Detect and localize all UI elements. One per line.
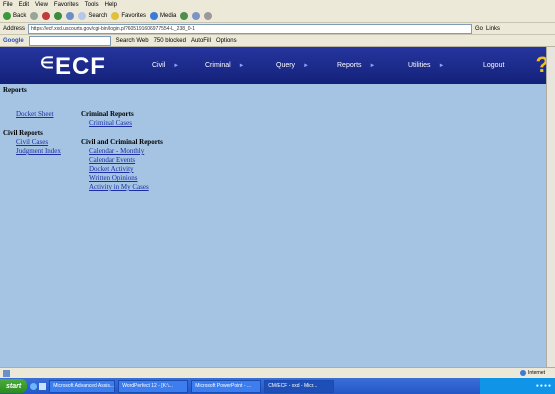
- options-button[interactable]: Options: [216, 38, 237, 44]
- vertical-scrollbar[interactable]: [546, 47, 555, 367]
- menu-item-edit[interactable]: Edit: [19, 2, 29, 8]
- stop-button[interactable]: [42, 12, 51, 20]
- taskbar-item-active[interactable]: CM/ECF - xxd - Micr...: [264, 379, 335, 393]
- search-icon: [78, 12, 87, 20]
- media-icon: [150, 12, 159, 20]
- go-button[interactable]: Go: [475, 26, 483, 32]
- menu-bar: File Edit View Favorites Tools Help: [0, 0, 555, 10]
- google-search-input[interactable]: [28, 35, 111, 46]
- nav-dropdown-icon: ►: [303, 63, 310, 69]
- windows-taskbar: start Microsoft Advanced Assis... WordPe…: [0, 378, 555, 394]
- home-button[interactable]: [66, 12, 75, 20]
- back-arrow-icon: [3, 12, 11, 20]
- ie-icon[interactable]: [30, 382, 38, 390]
- menu-item-help[interactable]: Help: [105, 2, 117, 8]
- history-button[interactable]: [180, 12, 189, 20]
- ecf-seal-icon: ∈: [40, 55, 55, 72]
- favorites-button[interactable]: Favorites: [111, 12, 146, 20]
- nav-dropdown-icon: ►: [438, 63, 445, 69]
- tray-icons: ●●●●: [535, 383, 552, 389]
- nav-logout[interactable]: Logout: [483, 62, 504, 69]
- civil-cases-link[interactable]: Civil Cases: [16, 138, 48, 146]
- google-logo: Google: [3, 37, 24, 44]
- popup-blocker-button[interactable]: 750 blocked: [154, 38, 186, 44]
- written-opinions-link[interactable]: Written Opinions: [89, 174, 138, 182]
- forward-arrow-icon: [30, 12, 39, 20]
- page-icon: [3, 370, 10, 377]
- docket-sheet-link[interactable]: Docket Sheet: [16, 110, 54, 118]
- nav-criminal[interactable]: Criminal ►: [205, 62, 245, 69]
- globe-icon: [520, 370, 527, 376]
- docket-activity-link[interactable]: Docket Activity: [89, 165, 134, 173]
- system-tray: ●●●●: [480, 378, 555, 394]
- links-button[interactable]: Links: [486, 26, 500, 32]
- nav-dropdown-icon: ►: [173, 63, 180, 69]
- media-button[interactable]: Media: [150, 12, 176, 20]
- judgment-index-link[interactable]: Judgment Index: [16, 147, 61, 155]
- security-zone: Internet: [520, 370, 545, 376]
- menu-item-favorites[interactable]: Favorites: [54, 2, 79, 8]
- star-icon: [111, 12, 120, 20]
- page-title: Reports: [3, 86, 27, 94]
- calendar-events-link[interactable]: Calendar Events: [89, 156, 135, 164]
- civil-reports-heading: Civil Reports: [3, 129, 43, 137]
- reports-page: Reports Docket Sheet Criminal Reports Cr…: [0, 84, 555, 367]
- mail-button[interactable]: [192, 12, 201, 20]
- address-bar: Address https://ecf.xxd.uscourts.gov/cgi…: [0, 23, 555, 35]
- refresh-icon: [54, 12, 63, 20]
- mail-icon: [192, 12, 201, 20]
- desktop-icon[interactable]: [39, 382, 47, 390]
- print-button[interactable]: [204, 12, 213, 20]
- print-icon: [204, 12, 213, 20]
- search-button[interactable]: Search: [78, 12, 107, 20]
- nav-dropdown-icon: ►: [238, 63, 245, 69]
- quick-launch: [30, 382, 47, 390]
- address-label: Address: [3, 25, 26, 32]
- nav-dropdown-icon: ►: [369, 63, 376, 69]
- civil-criminal-reports-heading: Civil and Criminal Reports: [81, 138, 163, 146]
- criminal-reports-heading: Criminal Reports: [81, 110, 134, 118]
- menu-item-view[interactable]: View: [35, 2, 48, 8]
- home-icon: [66, 12, 75, 20]
- google-toolbar: Google Search Web 750 blocked AutoFill O…: [0, 35, 555, 47]
- nav-civil[interactable]: Civil ►: [152, 62, 179, 69]
- forward-button[interactable]: [30, 12, 39, 20]
- taskbar-item[interactable]: WordPerfect 12 - [K:\...: [118, 379, 189, 393]
- menu-item-file[interactable]: File: [3, 2, 13, 8]
- history-icon: [180, 12, 189, 20]
- criminal-cases-link[interactable]: Criminal Cases: [89, 119, 132, 127]
- ecf-header: ∈ECF Civil ► Criminal ► Query ► Reports ► Ut…: [0, 47, 555, 84]
- taskbar-item[interactable]: Microsoft PowerPoint - ...: [191, 379, 262, 393]
- browser-toolbar: Back Search Favorites Media: [0, 10, 555, 23]
- start-button[interactable]: start: [0, 379, 28, 393]
- refresh-button[interactable]: [54, 12, 63, 20]
- nav-utilities[interactable]: Utilities ►: [408, 62, 445, 69]
- ecf-logo: ∈ECF: [40, 53, 106, 80]
- stop-icon: [42, 12, 51, 20]
- nav-query[interactable]: Query ►: [276, 62, 309, 69]
- calendar-monthly-link[interactable]: Calendar - Monthly: [89, 147, 144, 155]
- autofill-button[interactable]: AutoFill: [191, 38, 211, 44]
- back-button[interactable]: Back: [3, 12, 26, 20]
- taskbar-item[interactable]: Microsoft Advanced Assis...: [49, 379, 116, 393]
- url-field[interactable]: https://ecf.xxd.uscourts.gov/cgi-bin/log…: [28, 23, 473, 34]
- activity-in-my-cases-link[interactable]: Activity in My Cases: [89, 183, 149, 191]
- nav-reports[interactable]: Reports ►: [337, 62, 375, 69]
- search-web-button[interactable]: Search Web: [116, 38, 149, 44]
- menu-item-tools[interactable]: Tools: [85, 2, 99, 8]
